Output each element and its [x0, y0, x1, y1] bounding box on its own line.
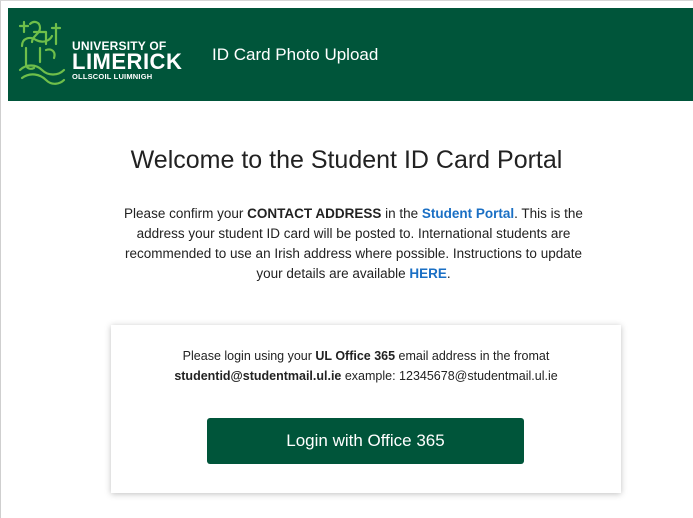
instructions-here-link[interactable]: HERE [409, 266, 447, 281]
crest-icon [18, 20, 66, 85]
app-title: ID Card Photo Upload [212, 45, 379, 64]
student-portal-link[interactable]: Student Portal [422, 206, 514, 221]
ul-office-emphasis: UL Office 365 [315, 349, 396, 363]
email-format: studentid@studentmail.ul.ie [174, 369, 342, 383]
notice-text: in the [381, 206, 422, 221]
contact-address-notice: Please confirm your CONTACT ADDRESS in t… [112, 204, 595, 284]
notice-text: Please confirm your [124, 206, 248, 221]
page-title: Welcome to the Student ID Card Portal [130, 146, 563, 174]
login-text: Please login using your [182, 349, 316, 363]
email-example: example: 12345678@studentmail.ul.ie [341, 369, 558, 383]
logo-text: UNIVERSITY OF LIMERICK OLLSCOIL LUIMNIGH [72, 40, 182, 81]
contact-address-emphasis: CONTACT ADDRESS [247, 206, 382, 221]
logo-limerick: LIMERICK [72, 49, 183, 74]
site-header: UNIVERSITY OF LIMERICK OLLSCOIL LUIMNIGH… [8, 8, 693, 101]
notice-text: . [446, 266, 451, 281]
login-office365-button[interactable]: Login with Office 365 [207, 418, 524, 464]
login-text: email address in the fromat [395, 349, 550, 363]
login-card: Please login using your UL Office 365 em… [111, 325, 621, 493]
university-logo[interactable]: UNIVERSITY OF LIMERICK OLLSCOIL LUIMNIGH [16, 18, 186, 90]
login-instructions: Please login using your UL Office 365 em… [111, 346, 621, 386]
